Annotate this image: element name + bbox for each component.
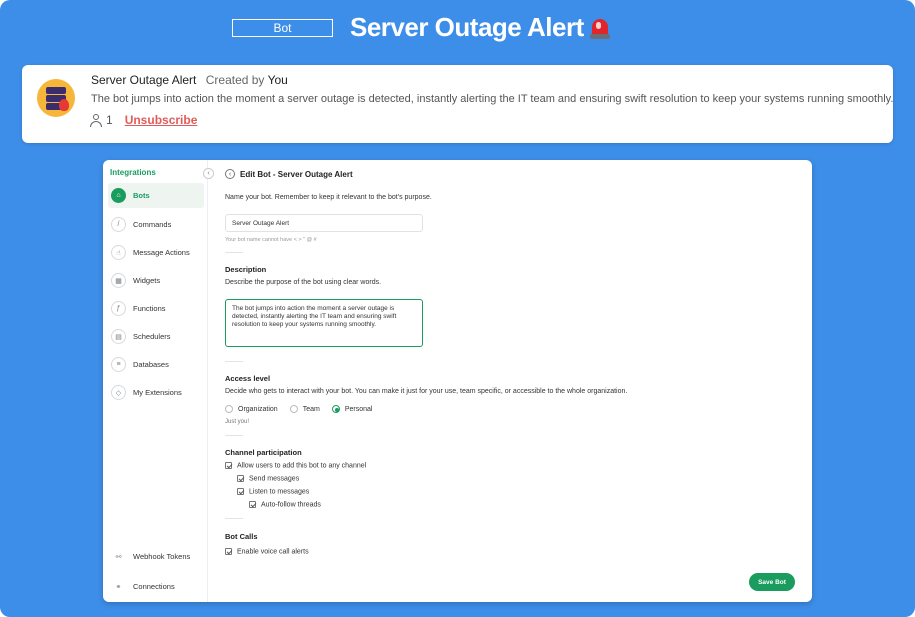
save-bot-button[interactable]: Save Bot bbox=[749, 573, 795, 591]
sidebar-item-my-extensions[interactable]: ◇ My Extensions bbox=[108, 380, 204, 405]
extension-icon: ◇ bbox=[111, 385, 126, 400]
sidebar-item-bots[interactable]: ⌂ Bots bbox=[108, 183, 204, 208]
sidebar-item-schedulers[interactable]: ▤ Schedulers bbox=[108, 324, 204, 349]
page-background: Bot Server Outage Alert Server Outage Al… bbox=[0, 0, 915, 617]
access-heading: Access level bbox=[225, 374, 271, 383]
siren-icon bbox=[589, 17, 610, 39]
divider bbox=[225, 361, 243, 362]
hand-icon: ☝ bbox=[111, 245, 126, 260]
sidebar-item-label: Message Actions bbox=[133, 248, 190, 257]
access-radio-group: Organization Team Personal bbox=[225, 405, 372, 413]
bot-card-description: The bot jumps into action the moment a s… bbox=[91, 93, 894, 105]
sidebar-item-label: Commands bbox=[133, 220, 172, 229]
divider bbox=[225, 518, 243, 519]
sidebar-item-databases[interactable]: ≡ Databases bbox=[108, 352, 204, 377]
bot-name-input[interactable]: Server Outage Alert bbox=[225, 214, 423, 232]
page-title: Server Outage Alert bbox=[350, 12, 610, 43]
checkbox-checked bbox=[225, 462, 232, 469]
bot-card: Server Outage Alert Created by You The b… bbox=[22, 65, 893, 143]
collapse-sidebar-button[interactable]: ‹ bbox=[203, 168, 214, 179]
home-icon: ⌂ bbox=[111, 188, 126, 203]
slash-icon: / bbox=[111, 217, 126, 232]
name-hint: Your bot name cannot have < > " @ # bbox=[225, 237, 317, 243]
unsubscribe-link[interactable]: Unsubscribe bbox=[125, 113, 198, 127]
sidebar-title: Integrations bbox=[110, 168, 156, 177]
radio-team[interactable]: Team bbox=[289, 405, 320, 413]
checkbox-checked bbox=[237, 475, 244, 482]
sidebar-item-message-actions[interactable]: ☝ Message Actions bbox=[108, 240, 204, 265]
checkbox-checked bbox=[249, 501, 256, 508]
divider bbox=[225, 252, 243, 253]
checkbox-allow-channels[interactable]: Allow users to add this bot to any chann… bbox=[225, 462, 366, 469]
bot-card-name: Server Outage Alert bbox=[91, 73, 197, 87]
webhook-icon: ⚯ bbox=[115, 553, 122, 561]
checkbox-label: Send messages bbox=[249, 475, 300, 483]
access-note: Just you! bbox=[225, 419, 250, 425]
bot-avatar bbox=[37, 79, 75, 117]
radio-personal[interactable]: Personal bbox=[331, 405, 373, 413]
sidebar-item-label: Widgets bbox=[133, 276, 161, 285]
created-by-label: Created by bbox=[205, 73, 265, 87]
description-heading: Description bbox=[225, 265, 267, 274]
sidebar-item-commands[interactable]: / Commands bbox=[108, 212, 204, 237]
checkbox-send-messages[interactable]: Send messages bbox=[237, 475, 299, 482]
sidebar-item-label: Webhook Tokens bbox=[133, 552, 191, 561]
edit-bot-form: ‹ Edit Bot - Server Outage Alert – ✕ Nam… bbox=[209, 160, 812, 602]
checkbox-listen-messages[interactable]: Listen to messages bbox=[237, 488, 309, 495]
sidebar-item-functions[interactable]: ƒ Functions bbox=[108, 296, 204, 321]
sidebar-item-widgets[interactable]: ▦ Widgets bbox=[108, 268, 204, 293]
radio-circle bbox=[225, 405, 233, 413]
checkbox-label: Enable voice call alerts bbox=[237, 548, 309, 556]
grid-icon: ▦ bbox=[111, 273, 126, 288]
sidebar-item-label: Functions bbox=[133, 304, 166, 313]
name-prompt: Name your bot. Remember to keep it relev… bbox=[225, 194, 432, 201]
checkbox-label: Allow users to add this bot to any chann… bbox=[237, 462, 367, 470]
calls-heading: Bot Calls bbox=[225, 532, 258, 541]
back-button[interactable]: ‹ bbox=[225, 169, 235, 179]
access-prompt: Decide who gets to interact with your bo… bbox=[225, 388, 628, 395]
radio-label: Personal bbox=[344, 405, 373, 413]
edit-bot-window: Integrations ⌂ Bots / Commands ☝ Message… bbox=[103, 160, 812, 602]
checkbox-label: Listen to messages bbox=[249, 488, 310, 496]
form-title: Edit Bot - Server Outage Alert bbox=[240, 170, 353, 179]
radio-circle-selected bbox=[331, 405, 340, 413]
divider bbox=[225, 435, 243, 436]
description-prompt: Describe the purpose of the bot using cl… bbox=[225, 279, 382, 286]
function-icon: ƒ bbox=[111, 301, 126, 316]
checkbox-label: Auto-follow threads bbox=[261, 501, 321, 509]
channel-heading: Channel participation bbox=[225, 448, 302, 457]
page-title-text: Server Outage Alert bbox=[350, 12, 584, 42]
checkbox-checked bbox=[225, 548, 232, 555]
sidebar-item-label: Databases bbox=[133, 360, 169, 369]
radio-circle bbox=[289, 405, 298, 413]
description-textarea[interactable]: The bot jumps into action the moment a s… bbox=[225, 299, 423, 347]
checkbox-auto-follow[interactable]: Auto-follow threads bbox=[249, 501, 321, 508]
radio-label: Team bbox=[302, 405, 320, 413]
integrations-sidebar: Integrations ⌂ Bots / Commands ☝ Message… bbox=[103, 160, 208, 602]
bot-card-header: Server Outage Alert Created by You bbox=[91, 73, 288, 87]
bot-card-meta: 1 Unsubscribe bbox=[90, 113, 197, 127]
connections-icon: ⚭ bbox=[115, 583, 122, 591]
sidebar-item-label: Bots bbox=[133, 191, 150, 200]
created-by-value: You bbox=[267, 73, 288, 87]
calendar-icon: ▤ bbox=[111, 329, 126, 344]
checkbox-checked bbox=[237, 488, 244, 495]
sidebar-item-webhook-tokens[interactable]: ⚯ Webhook Tokens bbox=[108, 544, 204, 569]
user-icon bbox=[90, 113, 102, 127]
sidebar-item-label: Connections bbox=[133, 582, 175, 591]
sidebar-item-connections[interactable]: ⚭ Connections bbox=[108, 574, 204, 599]
checkbox-voice-alerts[interactable]: Enable voice call alerts bbox=[225, 548, 309, 555]
subscriber-count: 1 bbox=[106, 113, 113, 127]
radio-label: Organization bbox=[238, 405, 278, 413]
sidebar-item-label: My Extensions bbox=[133, 388, 182, 397]
radio-organization[interactable]: Organization bbox=[225, 405, 278, 413]
bot-tag: Bot bbox=[232, 19, 333, 37]
database-icon: ≡ bbox=[111, 357, 126, 372]
sidebar-item-label: Schedulers bbox=[133, 332, 171, 341]
